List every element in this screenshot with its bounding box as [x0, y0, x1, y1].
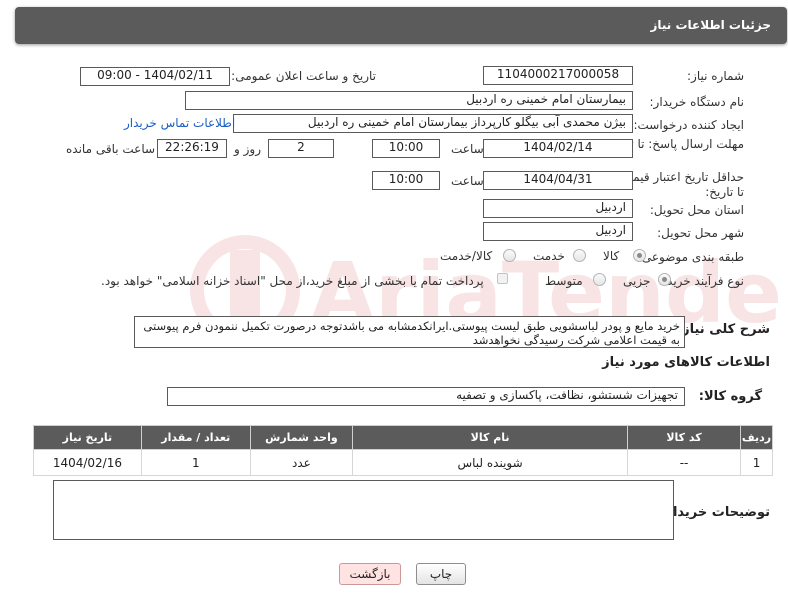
delivery-province-field: اردبیل — [483, 199, 633, 218]
category-label: طبقه بندی موضوعی: — [637, 250, 744, 264]
delivery-city-field: اردبیل — [483, 222, 633, 241]
category-goods-label: کالا — [603, 249, 620, 263]
process-medium-label: متوسط — [545, 274, 583, 288]
buyer-org-label: نام دستگاه خریدار: — [649, 95, 745, 109]
table-row[interactable]: 1 -- شوینده لباس عدد 1 1404/02/16 — [33, 449, 773, 476]
back-button[interactable]: بازگشت — [339, 563, 401, 585]
price-validity-time-label: ساعت — [451, 174, 484, 188]
buyer-notes-label: توضیحات خریدار: — [660, 505, 770, 520]
treasury-payment-checkbox[interactable] — [497, 273, 508, 284]
process-minor-label: جزیی — [623, 274, 651, 288]
cell-row-number: 1 — [740, 449, 773, 476]
cell-item-name: شوینده لباس — [352, 449, 628, 476]
announce-datetime-label: تاریخ و ساعت اعلان عمومی: — [231, 69, 376, 83]
col-header-item-name: نام کالا — [352, 425, 628, 450]
description-textarea[interactable]: خرید مایع و پودر لباسشویی طبق لیست پیوست… — [134, 316, 685, 348]
price-validity-date-field: 1404/04/31 — [483, 171, 633, 190]
delivery-province-label: استان محل تحویل: — [649, 203, 744, 217]
remaining-label: ساعت باقی مانده — [66, 142, 156, 156]
requester-label: ایجاد کننده درخواست: — [633, 118, 744, 132]
requester-field: بیژن محمدی آبی بیگلو کارپرداز بیمارستان … — [233, 114, 633, 133]
col-header-need-date: تاریخ نیاز — [33, 425, 142, 450]
print-button[interactable]: چاپ — [416, 563, 466, 585]
process-type-label: نوع فرآیند خرید : — [659, 274, 744, 288]
process-medium-radio[interactable] — [593, 273, 606, 286]
table-header-row: ردیف کد کالا نام کالا واحد شمارش تعداد /… — [33, 425, 773, 450]
col-header-row-number: ردیف — [740, 425, 773, 450]
page-title: جزئیات اطلاعات نیاز — [650, 18, 771, 32]
description-label: شرح کلی نیاز: — [676, 322, 770, 337]
goods-group-label: گروه کالا: — [698, 389, 762, 404]
price-validity-label: حداقل تاریخ اعتبار قیمت: تا تاریخ: — [617, 170, 744, 199]
reply-time-field: 10:00 — [372, 139, 440, 158]
buyer-org-field: بیمارستان امام خمینی ره اردبیل — [185, 91, 633, 110]
goods-section-title: اطلاعات کالاهای مورد نیاز — [602, 355, 770, 370]
category-goods-service-radio[interactable] — [503, 249, 516, 262]
announce-datetime-field: 1404/02/11 - 09:00 — [80, 67, 230, 86]
reply-date-field: 1404/02/14 — [483, 139, 633, 158]
category-service-label: خدمت — [533, 249, 565, 263]
col-header-quantity: تعداد / مقدار — [140, 425, 251, 450]
cell-quantity: 1 — [140, 449, 251, 476]
cell-need-date: 1404/02/16 — [33, 449, 142, 476]
header-bar: جزئیات اطلاعات نیاز — [15, 7, 787, 44]
need-number-label: شماره نیاز: — [687, 69, 744, 83]
delivery-city-label: شهر محل تحویل: — [657, 226, 744, 240]
days-label: روز و — [234, 142, 261, 156]
price-validity-time-field: 10:00 — [372, 171, 440, 190]
col-header-unit: واحد شمارش — [249, 425, 354, 450]
cell-unit: عدد — [249, 449, 354, 476]
category-goods-service-label: کالا/خدمت — [440, 249, 493, 263]
need-number-field: 1104000217000058 — [483, 66, 633, 85]
reply-time-label: ساعت — [451, 142, 484, 156]
reply-days-field: 2 — [268, 139, 334, 158]
remaining-time-field: 22:26:19 — [157, 139, 227, 158]
treasury-payment-note: پرداخت تمام یا بخشی از مبلغ خرید،از محل … — [101, 274, 484, 288]
col-header-item-code: کد کالا — [626, 425, 742, 450]
category-goods-radio[interactable] — [633, 249, 646, 262]
items-table: ردیف کد کالا نام کالا واحد شمارش تعداد /… — [33, 425, 773, 476]
process-minor-radio[interactable] — [658, 273, 671, 286]
goods-group-field: تجهیزات شستشو، نظافت، پاکسازی و تصفیه — [167, 387, 685, 406]
category-service-radio[interactable] — [573, 249, 586, 262]
buyer-contact-link[interactable]: اطلاعات تماس خریدار — [124, 116, 235, 130]
cell-item-code: -- — [626, 449, 742, 476]
buyer-notes-textarea[interactable] — [53, 480, 674, 540]
